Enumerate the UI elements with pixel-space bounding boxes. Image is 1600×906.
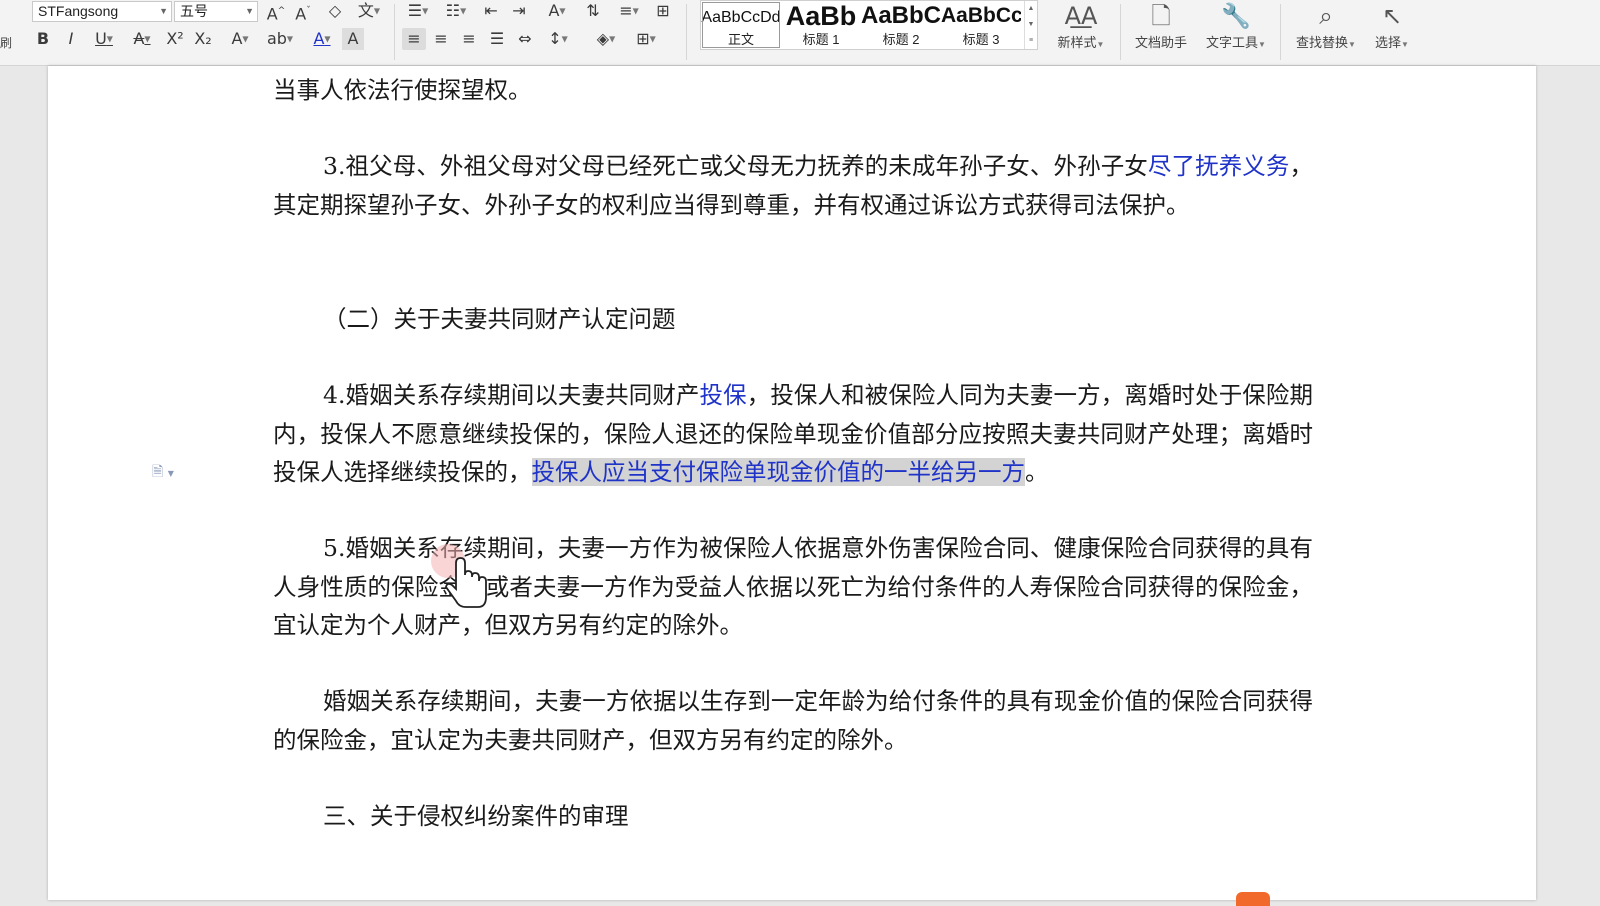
select-button[interactable]: ↖ 选择▼ — [1368, 0, 1416, 60]
style-normal[interactable]: AaBbCcDd 正文 — [701, 1, 781, 49]
hyperlink[interactable]: 尽了抚养义务 — [1148, 152, 1290, 180]
chinese-layout-icon[interactable]: A▼ — [540, 0, 574, 22]
subscript-icon[interactable]: X₂ — [192, 28, 214, 50]
paragraph: 当事人依法行使探望权。 — [273, 71, 1313, 110]
style-name: 正文 — [727, 32, 754, 47]
font-name-select[interactable]: STFangsong ▼ — [32, 1, 172, 22]
search-icon: ⌕ — [1319, 2, 1333, 30]
align-left-icon[interactable]: ≡ — [402, 28, 426, 50]
decrease-indent-icon[interactable]: ⇤ — [480, 0, 502, 22]
ribbon-toolbar: 刷 STFangsong ▼ 五号 ▼ A^ Aˇ ◇ 文▼ ☰▼ ☷▼ ⇤ ⇥… — [0, 0, 1600, 66]
style-preview: AaBbCc — [941, 4, 1021, 27]
style-name: 标题 2 — [882, 32, 920, 47]
justify-icon[interactable]: ☰ — [486, 28, 508, 50]
paragraph-text: 当事人依法行使探望权。 — [273, 76, 532, 104]
doc-assistant-label: 文档助手 — [1134, 35, 1187, 50]
doc-assistant-icon: 🗋 — [1151, 2, 1171, 30]
font-size-value: 五号 — [180, 3, 208, 19]
bullet-list-icon[interactable]: ☰▼ — [402, 0, 434, 22]
new-style-button[interactable]: A͟A 新样式▼ — [1048, 0, 1114, 60]
style-preview: AaBbC — [861, 2, 941, 29]
chevron-down-icon: ▼ — [159, 6, 168, 16]
paragraph-marker-icon[interactable]: 🗎 ▼ — [152, 461, 174, 485]
format-painter-label-fragment[interactable]: 刷 — [0, 34, 12, 51]
text-tools-button[interactable]: 🔧 文字工具▼ — [1200, 0, 1272, 60]
text-tools-label: 文字工具 — [1206, 35, 1259, 50]
app-badge-icon[interactable] — [1236, 892, 1270, 906]
find-replace-label: 查找替换 — [1296, 35, 1349, 50]
style-preview: AaBbCcDd — [701, 9, 781, 26]
gallery-scroll[interactable]: ▲ ▼ ≡ — [1024, 1, 1037, 49]
style-preview: AaBb — [785, 1, 857, 31]
strikethrough-icon[interactable]: A▼ — [126, 28, 158, 50]
style-heading-3[interactable]: AaBbCc 标题 3 — [941, 1, 1021, 49]
italic-icon[interactable]: I — [60, 28, 82, 50]
heading-text: （二）关于夫妻共同财产认定问题 — [323, 305, 676, 333]
phonetic-icon[interactable]: 文▼ — [352, 0, 386, 22]
doc-assistant-button[interactable]: 🗋 文档助手 — [1128, 0, 1194, 60]
paragraph-text: 。 — [1025, 458, 1049, 486]
grow-font-icon[interactable]: A^ — [265, 0, 287, 23]
numbered-list-icon[interactable]: ☷▼ — [440, 0, 472, 22]
paragraph-text: 婚姻关系存续期间，夫妻一方依据以生存到一定年龄为给付条件的具有现金价值的保险合同… — [273, 687, 1313, 754]
bold-icon[interactable]: B — [32, 28, 54, 50]
wrench-icon: 🔧 — [1221, 2, 1251, 30]
chevron-down-icon: ▼ — [245, 6, 254, 16]
superscript-icon[interactable]: X² — [164, 28, 186, 50]
underline-icon[interactable]: U▼ — [88, 28, 120, 50]
style-name: 标题 1 — [802, 32, 840, 47]
style-name: 标题 3 — [962, 32, 1000, 47]
new-style-label: 新样式 — [1057, 35, 1097, 50]
style-heading-1[interactable]: AaBb 标题 1 — [781, 1, 861, 49]
line-spacing-icon[interactable]: ≡▼ — [612, 0, 646, 22]
selected-hyperlink-text[interactable]: 投保人应当支付保险单现金价值的一半给另一方 — [531, 458, 1025, 486]
shading-icon[interactable]: ◈▼ — [590, 28, 622, 50]
align-center-icon[interactable]: ≡ — [430, 28, 452, 50]
table-border-icon[interactable]: ⊞▼ — [630, 28, 662, 50]
hyperlink[interactable]: 投保 — [700, 381, 747, 409]
select-label: 选择 — [1375, 35, 1402, 50]
sort-icon[interactable]: ⇅ — [582, 0, 604, 22]
paragraph: 3.祖父母、外祖父母对父母已经死亡或父母无力抚养的未成年孙子女、外孙子女尽了抚养… — [273, 147, 1313, 224]
text-effect-icon[interactable]: A▼ — [224, 28, 256, 50]
shrink-font-icon[interactable]: Aˇ — [292, 0, 314, 23]
increase-indent-icon[interactable]: ⇥ — [508, 0, 530, 22]
style-heading-2[interactable]: AaBbC 标题 2 — [861, 1, 941, 49]
paragraph-text: 3.祖父母、外祖父母对父母已经死亡或父母无力抚养的未成年孙子女、外孙子女 — [323, 152, 1148, 180]
align-right-icon[interactable]: ≡ — [458, 28, 480, 50]
clear-format-icon[interactable]: ◇ — [324, 0, 346, 22]
hand-cursor-icon — [431, 544, 487, 608]
font-size-select[interactable]: 五号 ▼ — [174, 1, 258, 22]
section-heading: （二）关于夫妻共同财产认定问题 — [273, 300, 1313, 339]
char-shading-icon[interactable]: A — [342, 28, 364, 50]
find-replace-button[interactable]: ⌕ 查找替换▼ — [1290, 0, 1362, 60]
paragraph-text: 4.婚姻关系存续期间以夫妻共同财产 — [323, 381, 700, 409]
font-name-value: STFangsong — [38, 3, 119, 19]
section-heading: 三、关于侵权纠纷案件的审理 — [273, 797, 1313, 836]
paragraph: 婚姻关系存续期间，夫妻一方依据以生存到一定年龄为给付条件的具有现金价值的保险合同… — [273, 682, 1313, 759]
pointer-icon: ↖ — [1381, 2, 1403, 30]
font-color-icon[interactable]: A▼ — [306, 28, 338, 50]
heading-text: 三、关于侵权纠纷案件的审理 — [323, 802, 629, 830]
new-style-icon: A͟A — [1064, 2, 1098, 30]
highlight-icon[interactable]: ab▼ — [262, 28, 298, 50]
distribute-icon[interactable]: ⇔ — [514, 28, 536, 50]
document-page[interactable]: 🗎 ▼ 当事人依法行使探望权。 3.祖父母、外祖父母对父母已经死亡或父母无力抚养… — [48, 66, 1536, 906]
paragraph-spacing-icon[interactable]: ↕▼ — [542, 28, 574, 50]
border-icon[interactable]: ⊞ — [652, 0, 674, 22]
paragraph: 4.婚姻关系存续期间以夫妻共同财产投保，投保人和被保险人同为夫妻一方，离婚时处于… — [273, 376, 1313, 492]
style-gallery: AaBbCcDd 正文 AaBb 标题 1 AaBbC 标题 2 AaBbCc … — [700, 0, 1038, 50]
